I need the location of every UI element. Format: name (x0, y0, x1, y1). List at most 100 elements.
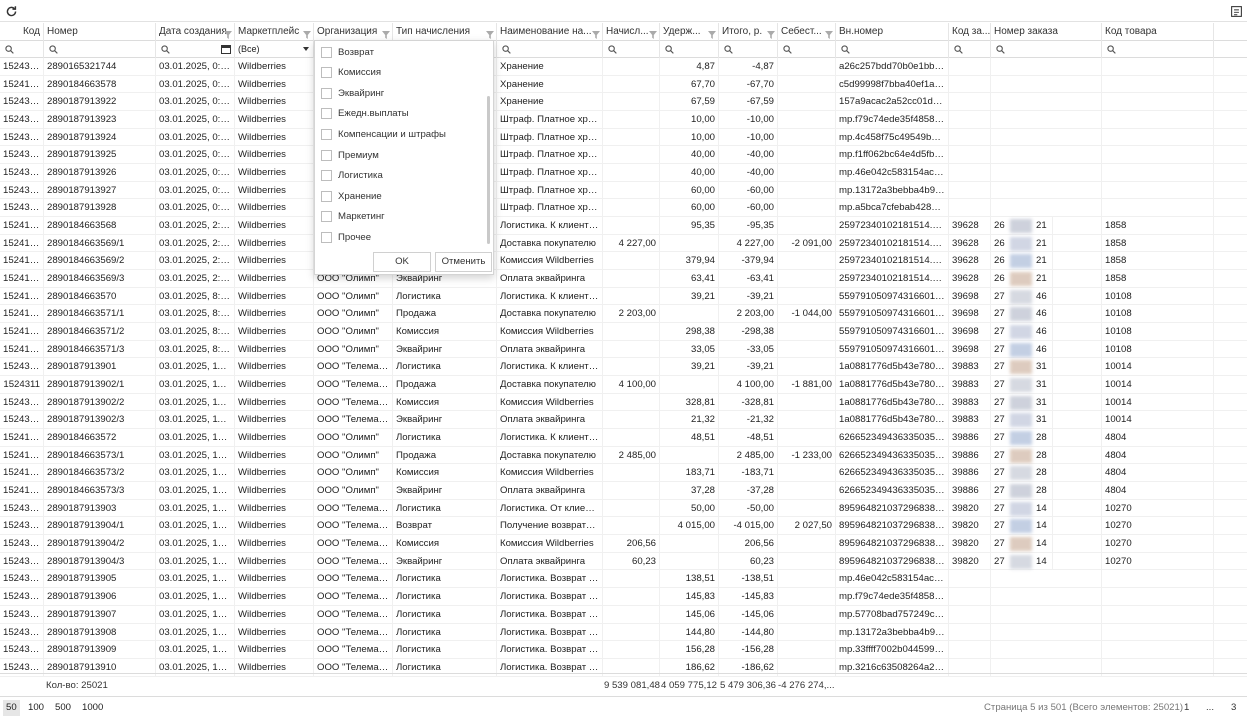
column-header-14[interactable]: Код товара (1102, 23, 1214, 41)
column-header-7[interactable]: Начисл... (603, 23, 660, 41)
checkbox[interactable] (321, 87, 332, 99)
table-row[interactable]: 1524310 2890187913901 03.01.2025, 11:00 Wil… (0, 358, 1247, 377)
filter-option[interactable]: Логистика (321, 166, 486, 186)
chevron-down-icon[interactable] (303, 47, 309, 51)
filter-cell-0[interactable] (0, 41, 44, 58)
column-header-8[interactable]: Удерж... (660, 23, 719, 41)
table-row[interactable]: 1524327 2890187913922 03.01.2025, 0:00 Wild… (0, 93, 1247, 112)
column-header-6[interactable]: Наименование на... (497, 23, 603, 41)
table-row[interactable]: 1524176 2890184663569/3 03.01.2025, 2:30 Wi… (0, 270, 1247, 288)
table-row[interactable]: 1524392 2890165321744 03.01.2025, 0:00 Wild… (0, 58, 1247, 76)
table-row[interactable]: 1524315 2890187913904/1 03.01.2025, 16:36 W… (0, 517, 1247, 536)
filter-cell-1[interactable] (44, 41, 156, 58)
refresh-icon[interactable] (2, 2, 20, 20)
table-row[interactable]: 1524332 2890187913927 03.01.2025, 0:00 Wild… (0, 181, 1247, 200)
column-header-12[interactable]: Код за... (949, 23, 991, 41)
checkbox[interactable] (321, 67, 332, 79)
filter-funnel-icon[interactable] (592, 28, 600, 39)
column-header-9[interactable]: Итого, р. (719, 23, 778, 41)
cancel-button[interactable]: Отменить (435, 252, 492, 272)
table-row[interactable]: 1524319 2890187913906 03.01.2025, 16:40 Wil… (0, 588, 1247, 606)
filter-funnel-icon[interactable] (224, 28, 232, 39)
column-header-13[interactable]: Номер заказа (991, 23, 1102, 41)
column-header-11[interactable]: Вн.номер (836, 23, 949, 41)
marketplace-filter-select[interactable]: (Все) (238, 43, 260, 56)
column-header-2[interactable]: Дата создания (156, 23, 235, 41)
page-first[interactable]: 1 (1184, 700, 1189, 716)
checkbox[interactable] (321, 149, 332, 161)
table-row[interactable]: 1524180 2890184663571/3 03.01.2025, 8:59 Wi… (0, 340, 1247, 359)
filter-option[interactable]: Возврат (321, 42, 486, 62)
table-row[interactable]: 1524177 2890184663570 03.01.2025, 8:59 Wild… (0, 287, 1247, 306)
table-row[interactable]: 1524330 2890187913925 03.01.2025, 0:00 Wild… (0, 146, 1247, 165)
filter-option[interactable]: Ежедн.выплаты (321, 104, 486, 124)
column-header-10[interactable]: Себест... (778, 23, 836, 41)
table-row[interactable]: 1524333 2890187913928 03.01.2025, 0:00 Wild… (0, 199, 1247, 218)
table-row[interactable]: 1524185 2890184663578 03.01.2025, 0:00 Wild… (0, 75, 1247, 94)
checkbox[interactable] (321, 211, 332, 223)
checkbox[interactable] (321, 231, 332, 243)
table-row[interactable]: 1524184 2890184663573/3 03.01.2025, 15:43 W… (0, 482, 1247, 500)
filter-cell-14[interactable] (1102, 41, 1214, 58)
filter-cell-12[interactable] (949, 41, 991, 58)
filter-option[interactable]: Маркетинг (321, 207, 486, 227)
table-row[interactable]: 1524320 2890187913907 03.01.2025, 16:40 Wil… (0, 605, 1247, 624)
filter-option[interactable]: Комиссия (321, 63, 486, 83)
filter-option[interactable]: Премиум (321, 145, 486, 165)
column-header-4[interactable]: Организация (314, 23, 393, 41)
table-row[interactable]: 1524316 2890187913904/2 03.01.2025, 16:36 W… (0, 535, 1247, 553)
table-row[interactable]: 1524181 2890184663572 03.01.2025, 15:43 Wil… (0, 429, 1247, 447)
ok-button[interactable]: OK (373, 252, 431, 272)
table-row[interactable]: 1524175 2890184663569/2 03.01.2025, 2:30 Wi… (0, 252, 1247, 271)
filter-cell-8[interactable] (660, 41, 719, 58)
filter-cell-10[interactable] (778, 41, 836, 58)
filter-cell-7[interactable] (603, 41, 660, 58)
table-row[interactable]: 1524313 2890187913902/3 03.01.2025, 11:00 W… (0, 411, 1247, 430)
filter-funnel-icon[interactable] (486, 28, 494, 39)
table-row[interactable]: 1524328 2890187913923 03.01.2025, 0:00 Wild… (0, 111, 1247, 129)
checkbox[interactable] (321, 108, 332, 120)
table-row[interactable]: 1524173 2890184663568 03.01.2025, 2:30 Wild… (0, 217, 1247, 235)
column-header-3[interactable]: Маркетплейс (235, 23, 314, 41)
table-row[interactable]: 1524318 2890187913905 03.01.2025, 16:40 Wil… (0, 570, 1247, 589)
calendar-icon[interactable] (221, 44, 231, 54)
table-row[interactable]: 1524317 2890187913904/3 03.01.2025, 16:36 W… (0, 552, 1247, 571)
checkbox[interactable] (321, 46, 332, 58)
table-row[interactable]: 1524179 2890184663571/2 03.01.2025, 8:59 Wi… (0, 323, 1247, 341)
page-size-1000[interactable]: 1000 (79, 700, 106, 716)
export-icon[interactable] (1227, 2, 1245, 20)
column-header-5[interactable]: Тип начисления (393, 23, 497, 41)
column-header-0[interactable]: Код (0, 23, 44, 41)
page-size-500[interactable]: 500 (52, 700, 74, 716)
checkbox[interactable] (321, 190, 332, 202)
filter-funnel-icon[interactable] (825, 28, 833, 39)
page-last[interactable]: 3 (1231, 700, 1236, 716)
table-row[interactable]: 1524311 2890187913902/1 03.01.2025, 11:00 W… (0, 376, 1247, 394)
page-ellipsis[interactable]: ... (1206, 700, 1214, 716)
filter-cell-2[interactable] (156, 41, 235, 58)
table-row[interactable]: 1524183 2890184663573/2 03.01.2025, 15:43 W… (0, 464, 1247, 483)
column-header-1[interactable]: Номер (44, 23, 156, 41)
table-row[interactable]: 1524329 2890187913924 03.01.2025, 0:00 Wild… (0, 128, 1247, 147)
filter-cell-3[interactable]: (Все) (235, 41, 314, 58)
filter-option[interactable]: Хранение (321, 186, 486, 206)
filter-cell-13[interactable] (991, 41, 1102, 58)
filter-funnel-icon[interactable] (382, 28, 390, 39)
table-row[interactable]: 1524312 2890187913902/2 03.01.2025, 11:00 W… (0, 393, 1247, 412)
page-size-50[interactable]: 50 (3, 700, 20, 716)
filter-funnel-icon[interactable] (767, 28, 775, 39)
filter-cell-9[interactable] (719, 41, 778, 58)
filter-funnel-icon[interactable] (708, 28, 716, 39)
filter-cell-11[interactable] (836, 41, 949, 58)
checkbox[interactable] (321, 170, 332, 182)
table-row[interactable]: 1524178 2890184663571/1 03.01.2025, 8:59 Wi… (0, 305, 1247, 324)
checkbox[interactable] (321, 128, 332, 140)
filter-funnel-icon[interactable] (303, 28, 311, 39)
filter-option[interactable]: Компенсации и штрафы (321, 124, 486, 144)
table-row[interactable]: 1524314 2890187913903 03.01.2025, 16:36 Wil… (0, 499, 1247, 518)
filter-option[interactable]: Прочее (321, 227, 486, 247)
table-row[interactable]: 1524331 2890187913926 03.01.2025, 0:00 Wild… (0, 164, 1247, 182)
table-row[interactable]: 1524321 2890187913908 03.01.2025, 16:40 Wil… (0, 623, 1247, 642)
table-row[interactable]: 1524174 2890184663569/1 03.01.2025, 2:30 Wi… (0, 234, 1247, 253)
filter-cell-6[interactable] (497, 41, 603, 58)
